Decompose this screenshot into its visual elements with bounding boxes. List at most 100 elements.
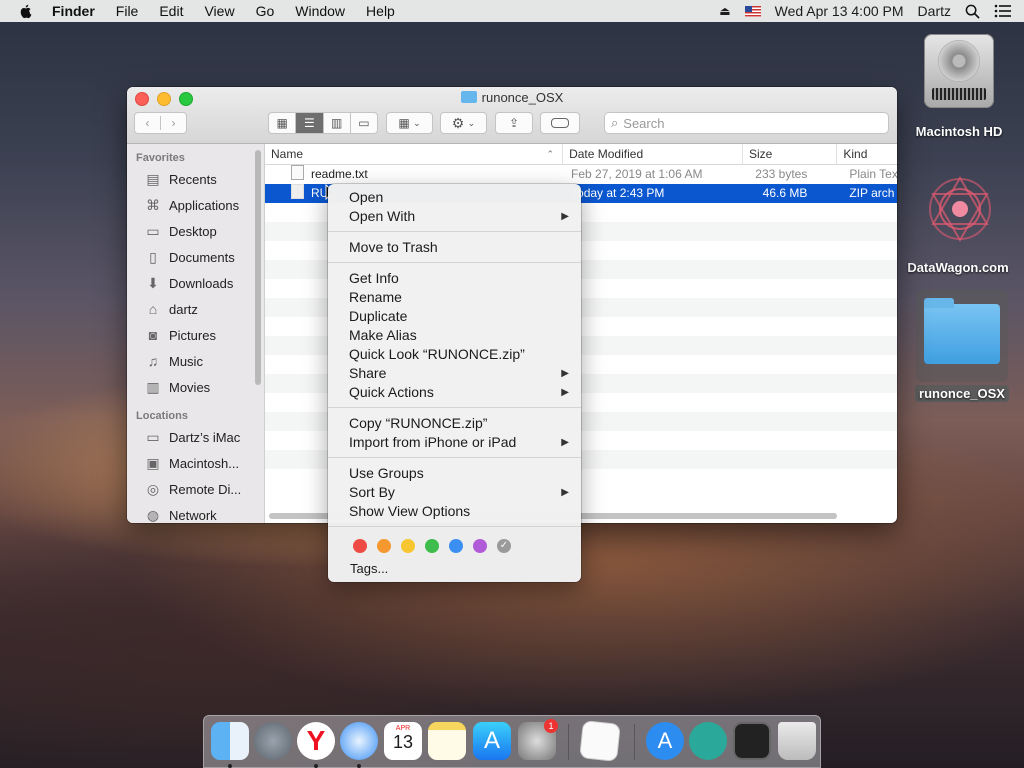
menu-go[interactable]: Go xyxy=(256,3,275,19)
group-by-button[interactable]: ▦ ⌄ xyxy=(386,112,433,134)
tag-red[interactable] xyxy=(353,539,367,553)
sidebar-item-pictures[interactable]: ◙ Pictures xyxy=(127,322,264,348)
tag-orange[interactable] xyxy=(377,539,391,553)
menu-item-share[interactable]: Share ▶ xyxy=(328,364,581,383)
search-field[interactable]: ⌕ Search xyxy=(604,112,889,134)
film-icon: ▥ xyxy=(146,378,160,395)
sidebar-item-applications[interactable]: ⌘ Applications xyxy=(127,192,264,218)
spotlight-search-icon[interactable] xyxy=(965,4,980,19)
notification-badge: 1 xyxy=(544,719,558,733)
menu-item-move-to-trash[interactable]: Move to Trash xyxy=(328,238,581,257)
menu-window[interactable]: Window xyxy=(295,3,345,19)
tag-gray[interactable]: ✓ xyxy=(497,539,511,553)
tag-purple[interactable] xyxy=(473,539,487,553)
table-row[interactable]: readme.txt Feb 27, 2019 at 1:06 AM 233 b… xyxy=(265,165,897,184)
datawagon-icon[interactable] xyxy=(921,170,999,248)
sidebar-item-documents[interactable]: ▯ Documents xyxy=(127,244,264,270)
share-button[interactable]: ⇪ xyxy=(495,112,533,134)
menu-item-open[interactable]: Open xyxy=(328,188,581,207)
sidebar-item-movies[interactable]: ▥ Movies xyxy=(127,374,264,400)
menu-item-tags[interactable]: Tags... xyxy=(328,559,581,578)
camera-icon: ◙ xyxy=(148,327,158,343)
submenu-arrow-icon: ▶ xyxy=(561,368,569,379)
sidebar-favorites-header: Favorites xyxy=(136,152,185,164)
terminal-window-dock-icon[interactable] xyxy=(733,722,771,760)
share-icon: ⇪ xyxy=(508,116,520,130)
notes-dock-icon[interactable] xyxy=(428,722,466,760)
gear-icon: ⚙ xyxy=(451,114,465,131)
back-button[interactable]: ‹ xyxy=(135,116,161,130)
trash-dock-icon[interactable] xyxy=(778,722,816,760)
sidebar-item-remote-disc[interactable]: ◎ Remote Di... xyxy=(127,476,264,502)
sidebar-item-macintosh-hd[interactable]: ▣ Macintosh... xyxy=(127,450,264,476)
document-icon: ▯ xyxy=(149,248,157,265)
tag-blue[interactable] xyxy=(449,539,463,553)
list-view-button[interactable]: ☰ xyxy=(296,113,324,133)
menu-item-copy[interactable]: Copy “RUNONCE.zip” xyxy=(328,414,581,433)
finder-dock-icon[interactable] xyxy=(211,722,249,760)
column-header-name[interactable]: Name ⌃ xyxy=(265,144,564,164)
clock[interactable]: Wed Apr 13 4:00 PM xyxy=(775,3,904,19)
menu-view[interactable]: View xyxy=(204,3,234,19)
macintosh-hd-icon[interactable] xyxy=(924,34,994,108)
menu-item-rename[interactable]: Rename xyxy=(328,288,581,307)
tag-yellow[interactable] xyxy=(401,539,415,553)
column-header-date[interactable]: Date Modified xyxy=(563,144,743,164)
tags-button[interactable] xyxy=(540,112,580,134)
sidebar-item-dartz[interactable]: ⌂ dartz xyxy=(127,296,264,322)
sidebar-item-desktop[interactable]: ▭ Desktop xyxy=(127,218,264,244)
menu-finder[interactable]: Finder xyxy=(52,3,95,19)
column-header-size[interactable]: Size xyxy=(743,144,838,164)
apple-menu-icon[interactable] xyxy=(18,3,34,19)
menu-item-get-info[interactable]: Get Info xyxy=(328,269,581,288)
eject-icon[interactable]: ⏏ xyxy=(719,4,730,18)
menu-item-quick-actions[interactable]: Quick Actions ▶ xyxy=(328,383,581,402)
yandex-browser-dock-icon[interactable]: Y xyxy=(297,722,335,760)
column-header-kind[interactable]: Kind xyxy=(837,144,897,164)
calendar-dock-icon[interactable]: APR 13 xyxy=(384,722,422,760)
menu-item-duplicate[interactable]: Duplicate xyxy=(328,307,581,326)
macintosh-hd-label: Macintosh HD xyxy=(915,124,1003,139)
icon-view-button[interactable]: ▦ xyxy=(269,113,297,133)
runonce-folder-label: runonce_OSX xyxy=(912,385,1012,402)
submenu-arrow-icon: ▶ xyxy=(561,387,569,398)
sidebar-item-music[interactable]: ♫ Music xyxy=(127,348,264,374)
app-store-dock-icon[interactable]: A xyxy=(473,722,511,760)
sidebar-scrollbar[interactable] xyxy=(255,150,261,385)
forward-button[interactable]: › xyxy=(161,116,186,130)
file-name: readme.txt xyxy=(311,167,368,181)
sidebar-item-imac[interactable]: ▭ Dartz’s iMac xyxy=(127,424,264,450)
menu-item-show-view-options[interactable]: Show View Options xyxy=(328,502,581,521)
action-button[interactable]: ⚙ ⌄ xyxy=(440,112,487,134)
group-icon: ▦ xyxy=(398,116,410,130)
sidebar-item-network[interactable]: ◍ Network xyxy=(127,502,264,523)
menu-file[interactable]: File xyxy=(116,3,139,19)
menu-item-quick-look[interactable]: Quick Look “RUNONCE.zip” xyxy=(328,345,581,364)
submenu-arrow-icon: ▶ xyxy=(561,487,569,498)
menu-item-open-with[interactable]: Open With ▶ xyxy=(328,207,581,226)
notification-center-icon[interactable] xyxy=(994,4,1012,18)
sidebar-item-downloads[interactable]: ⬇ Downloads xyxy=(127,270,264,296)
user-menu[interactable]: Dartz xyxy=(918,3,951,19)
menu-item-make-alias[interactable]: Make Alias xyxy=(328,326,581,345)
tag-green[interactable] xyxy=(425,539,439,553)
input-source-flag-icon[interactable] xyxy=(744,5,761,17)
applications-folder-dock-icon[interactable]: A xyxy=(646,722,684,760)
sidebar-item-recents[interactable]: ▤ Recents xyxy=(127,166,264,192)
menu-help[interactable]: Help xyxy=(366,3,395,19)
runonce-folder-icon[interactable] xyxy=(916,290,1008,382)
launchpad-dock-icon[interactable] xyxy=(254,722,292,760)
menu-item-sort-by[interactable]: Sort By ▶ xyxy=(328,483,581,502)
menu-item-import-from-iphone[interactable]: Import from iPhone or iPad ▶ xyxy=(328,433,581,452)
sidebar: Favorites ▤ Recents ⌘ Applications ▭ Deskto… xyxy=(127,144,265,523)
gallery-view-button[interactable]: ▭ xyxy=(351,113,377,133)
textedit-dock-icon[interactable] xyxy=(579,720,621,762)
installer-dock-icon[interactable] xyxy=(689,722,727,760)
menu-separator xyxy=(328,526,581,527)
safari-dock-icon[interactable] xyxy=(340,722,378,760)
column-view-button[interactable]: ▥ xyxy=(324,113,351,133)
menu-edit[interactable]: Edit xyxy=(159,3,183,19)
window-title: runonce_OSX xyxy=(127,90,897,105)
submenu-arrow-icon: ▶ xyxy=(561,211,569,222)
menu-item-use-groups[interactable]: Use Groups xyxy=(328,464,581,483)
